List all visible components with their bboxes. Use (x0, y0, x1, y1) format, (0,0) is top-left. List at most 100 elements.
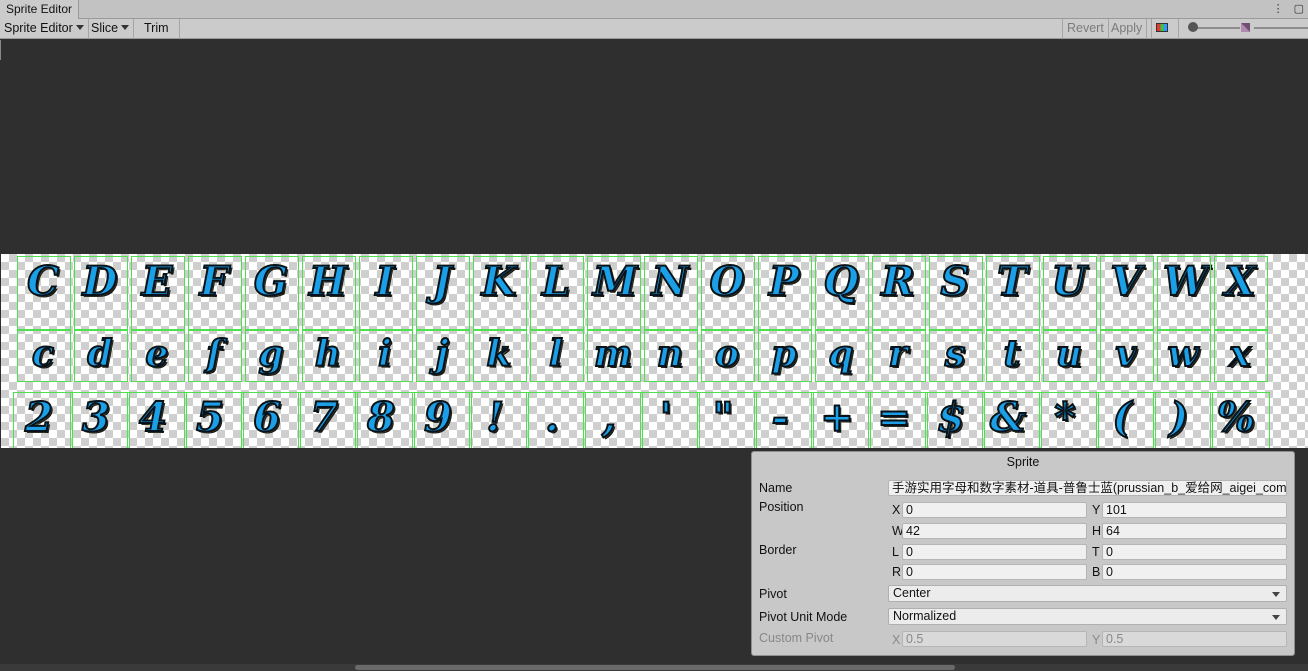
sprite-glyph[interactable]: O (707, 261, 747, 303)
sprite-glyph[interactable]: 5 (190, 397, 230, 439)
window-controls: ⋮ ▢ (1273, 2, 1304, 15)
sprite-glyph[interactable]: j (422, 335, 462, 373)
sprite-glyph[interactable]: w (1163, 335, 1203, 373)
r-field[interactable]: 0 (902, 564, 1087, 580)
sprite-glyph[interactable]: x (1220, 335, 1260, 373)
sprite-glyph[interactable]: 3 (76, 397, 116, 439)
maximize-icon[interactable]: ▢ (1294, 2, 1304, 15)
sprite-glyph[interactable]: Q (821, 261, 861, 303)
t-field[interactable]: 0 (1102, 544, 1287, 560)
sprite-glyph[interactable]: e (137, 335, 177, 373)
apply-button[interactable]: Apply (1107, 19, 1148, 39)
trim-button[interactable]: Trim (138, 19, 180, 39)
sprite-glyph[interactable]: ! (475, 397, 515, 439)
sprite-glyph[interactable]: . (532, 397, 572, 439)
sprite-glyph[interactable]: g (251, 335, 291, 373)
pivot-unit-mode-label: Pivot Unit Mode (759, 610, 848, 624)
sprite-glyph[interactable]: M (592, 261, 638, 303)
custom-pivot-y-label: Y (1092, 633, 1101, 647)
sprite-glyph[interactable]: 4 (133, 397, 173, 439)
scrollbar-thumb[interactable] (355, 665, 955, 670)
sprite-glyph[interactable]: " (703, 397, 743, 439)
y-field[interactable]: 101 (1102, 502, 1287, 518)
pivot-value: Center (893, 586, 931, 600)
sprite-glyph[interactable]: W (1162, 261, 1209, 303)
pivot-unit-mode-dropdown[interactable]: Normalized (888, 608, 1287, 625)
h-field[interactable]: 64 (1102, 523, 1287, 539)
name-field[interactable]: 手游实用字母和数字素材-道具-普鲁士蓝(prussian_b_爱给网_aigei… (888, 480, 1287, 496)
sprite-glyph[interactable]: 2 (19, 397, 59, 439)
sprite-glyph[interactable]: $ (931, 397, 971, 439)
sprite-glyph[interactable]: J (422, 261, 462, 303)
sprite-glyph[interactable]: I (365, 261, 405, 303)
sprite-glyph[interactable]: d (80, 335, 120, 373)
panel-title: Sprite (1006, 455, 1040, 469)
sprite-glyph[interactable]: u (1049, 335, 1089, 373)
mip-slider-track[interactable] (1254, 27, 1308, 29)
sprite-glyph[interactable]: H (308, 261, 348, 303)
sprite-glyph[interactable]: = (874, 397, 914, 439)
sprite-glyph[interactable]: l (536, 335, 576, 373)
l-field[interactable]: 0 (902, 544, 1087, 560)
more-options-icon[interactable]: ⋮ (1273, 2, 1284, 15)
sprite-glyph[interactable]: 7 (304, 397, 344, 439)
sprite-glyph[interactable]: R (878, 261, 918, 303)
b-field[interactable]: 0 (1102, 564, 1287, 580)
sprite-glyph[interactable]: N (650, 261, 690, 303)
sprite-glyph[interactable]: T (992, 261, 1032, 303)
pivot-dropdown[interactable]: Center (888, 585, 1287, 602)
tab-sprite-editor[interactable]: Sprite Editor (0, 0, 80, 19)
zoom-slider-handle[interactable] (1188, 22, 1198, 32)
color-channel-toggle[interactable] (1151, 19, 1179, 39)
sprite-glyph[interactable]: 9 (418, 397, 458, 439)
x-field[interactable]: 0 (902, 502, 1087, 518)
sprite-glyph[interactable]: S (935, 261, 975, 303)
sprite-glyph[interactable]: k (479, 335, 519, 373)
sprite-glyph[interactable]: + (817, 397, 857, 439)
custom-pivot-x-field[interactable]: 0.5 (902, 631, 1087, 647)
sprite-glyph[interactable]: m (593, 335, 633, 373)
sprite-glyph[interactable]: i (365, 335, 405, 373)
sprite-glyph[interactable]: 6 (247, 397, 287, 439)
sprite-glyph[interactable]: E (137, 261, 177, 303)
sprite-sheet-texture[interactable]: CDEFGHIJKLMNOPQRSTUVWXcdefghijklmnopqrst… (1, 254, 1308, 448)
slice-dropdown[interactable]: Slice (87, 19, 135, 39)
sprite-glyph[interactable]: G (251, 261, 291, 303)
sprite-glyph[interactable]: v (1106, 335, 1146, 373)
name-label: Name (759, 481, 793, 495)
sprite-glyph[interactable]: C (23, 261, 63, 303)
sprite-glyph[interactable]: % (1216, 397, 1256, 439)
sprite-glyph[interactable]: F (194, 261, 234, 303)
sprite-glyph[interactable]: ' (646, 397, 686, 439)
sprite-glyph[interactable]: s (935, 335, 975, 373)
sprite-glyph[interactable]: f (194, 335, 234, 373)
sprite-glyph[interactable]: c (23, 335, 63, 373)
custom-pivot-y-field[interactable]: 0.5 (1102, 631, 1287, 647)
sprite-glyph[interactable]: - (760, 397, 800, 439)
w-field[interactable]: 42 (902, 523, 1087, 539)
sprite-glyph[interactable]: q (821, 335, 861, 373)
sprite-glyph[interactable]: h (308, 335, 348, 373)
sprite-glyph[interactable]: L (536, 261, 576, 303)
sprite-glyph[interactable]: K (479, 261, 519, 303)
horizontal-scrollbar[interactable] (0, 664, 1308, 671)
sprite-glyph[interactable]: r (878, 335, 918, 373)
sprite-glyph[interactable]: , (589, 397, 629, 439)
sprite-glyph[interactable]: 8 (361, 397, 401, 439)
alpha-icon[interactable] (1241, 23, 1250, 32)
sprite-glyph[interactable]: * (1045, 397, 1085, 439)
sprite-glyph[interactable]: D (80, 261, 120, 303)
editor-mode-dropdown[interactable]: Sprite Editor (0, 19, 89, 39)
sprite-glyph[interactable]: P (764, 261, 804, 303)
sprite-glyph[interactable]: & (988, 397, 1028, 439)
sprite-glyph[interactable]: U (1049, 261, 1089, 303)
sprite-glyph[interactable]: o (707, 335, 747, 373)
sprite-glyph[interactable]: V (1106, 261, 1146, 303)
sprite-glyph[interactable]: ( (1102, 397, 1142, 439)
sprite-glyph[interactable]: ) (1159, 397, 1199, 439)
sprite-glyph[interactable]: t (992, 335, 1032, 373)
sprite-glyph[interactable]: p (764, 335, 804, 373)
sprite-glyph[interactable]: X (1220, 261, 1260, 303)
sprite-glyph[interactable]: n (650, 335, 690, 373)
revert-button[interactable]: Revert (1062, 19, 1109, 39)
